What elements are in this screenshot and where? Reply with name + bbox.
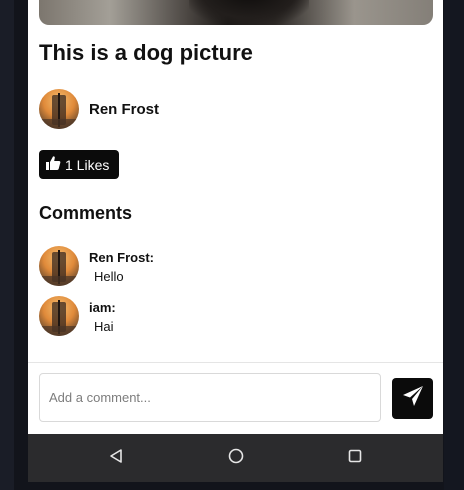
send-button[interactable]: [392, 378, 433, 419]
device-frame: This is a dog picture Ren Frost 1 Likes: [0, 0, 464, 490]
comment-input[interactable]: [39, 373, 381, 422]
like-button[interactable]: 1 Likes: [39, 150, 120, 179]
like-count-label: 1 Likes: [65, 156, 110, 173]
avatar[interactable]: [39, 246, 79, 286]
comments-heading: Comments: [39, 203, 133, 223]
recents-button[interactable]: [343, 446, 367, 470]
post-title: This is a dog picture: [39, 40, 253, 65]
app-screen: This is a dog picture Ren Frost 1 Likes: [28, 0, 443, 434]
home-button[interactable]: [224, 446, 248, 470]
comment-author: Ren Frost:: [89, 250, 154, 265]
device-edge-right: [444, 0, 464, 490]
post-image: [39, 0, 433, 25]
device-edge-left: [0, 0, 14, 490]
paper-plane-icon: [402, 385, 424, 412]
back-button[interactable]: [104, 446, 128, 470]
home-circle-icon: [227, 447, 245, 470]
post-author-name[interactable]: Ren Frost: [89, 101, 159, 118]
post-image-shadow: [189, 0, 309, 25]
android-navigation-bar: [28, 434, 443, 482]
comment-author: iam:: [89, 300, 116, 315]
comment-text: Hai: [94, 319, 114, 334]
comment-text: Hello: [94, 269, 124, 284]
composer-divider: [28, 362, 443, 363]
back-triangle-icon: [108, 448, 124, 469]
avatar[interactable]: [39, 296, 79, 336]
avatar[interactable]: [39, 89, 79, 129]
thumbs-up-icon: [45, 155, 61, 174]
recents-square-icon: [347, 448, 363, 469]
